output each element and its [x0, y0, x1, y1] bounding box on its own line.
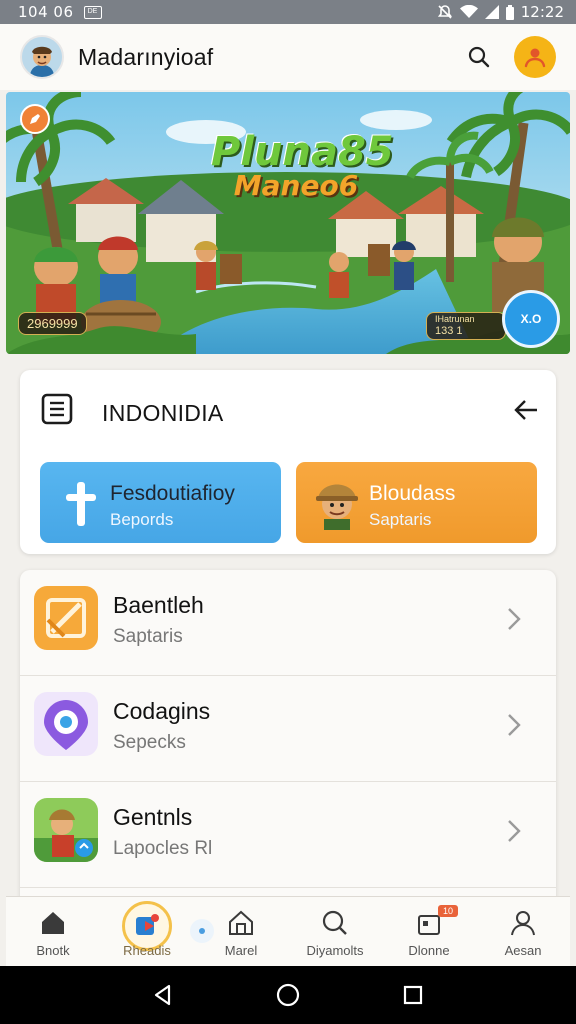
status-time-right: 12:22	[520, 3, 564, 21]
banner-badge-right: IHatrunan 133 1	[426, 312, 506, 340]
region-title: INDONIDIA	[102, 400, 224, 426]
edit-box-icon	[34, 586, 98, 650]
list-item[interactable]: Gentnls Lapocles Rl	[20, 782, 556, 888]
profile-button[interactable]	[514, 36, 556, 78]
document-icon	[41, 393, 73, 425]
circle-home-icon	[276, 983, 300, 1007]
person-icon	[511, 911, 535, 936]
nav-item-gift[interactable]: 10 Dlonne	[382, 897, 476, 966]
system-back-button[interactable]	[143, 975, 183, 1015]
nav-label: Marel	[224, 943, 258, 958]
status-box: DE	[83, 5, 102, 19]
chevron-right-icon	[508, 608, 521, 630]
system-home-button[interactable]	[268, 975, 308, 1015]
status-icons: 12:22	[437, 3, 564, 21]
list-item-subtitle: Saptaris	[113, 626, 183, 647]
nav-item-account[interactable]: Aesan	[476, 897, 570, 966]
avatar[interactable]	[20, 35, 64, 79]
nav-label: Rheadis	[123, 943, 171, 958]
banner-game-title: Pluna85 Maneo6	[211, 129, 394, 202]
banner-badge-right-line1: IHatrunan	[435, 314, 475, 324]
nav-label: Diyamolts	[306, 943, 364, 958]
list-item[interactable]: Codagins Sepecks	[20, 676, 556, 782]
tile-secondary-title: Bloudass	[369, 482, 456, 505]
notification-muted-icon	[437, 5, 452, 19]
banner-close-button[interactable]	[20, 104, 50, 134]
status-bar: 104 06 DE 12:22	[0, 0, 576, 24]
square-recents-icon	[404, 985, 423, 1005]
search-icon	[468, 46, 490, 68]
system-recents-button[interactable]	[393, 975, 433, 1015]
list-item[interactable]: Baentleh Saptaris	[20, 570, 556, 676]
house-outline-icon	[229, 910, 253, 935]
battery-icon	[505, 4, 514, 20]
triangle-back-icon	[154, 984, 170, 1006]
chevron-right-icon	[508, 714, 521, 736]
banner-title-line1: Pluna85	[211, 129, 394, 175]
banner-badge-right-line2: 133 1	[435, 324, 463, 337]
tile-primary-title: Fesdoutiafioy	[110, 482, 235, 505]
nav-label: Dlonne	[408, 943, 450, 958]
nav-item-play[interactable]: Rheadis	[100, 897, 194, 966]
back-button[interactable]	[508, 392, 544, 428]
list-item-subtitle: Lapocles Rl	[113, 838, 213, 859]
tile-secondary[interactable]: Bloudass Saptaris	[296, 462, 537, 543]
character-game-icon	[34, 798, 98, 862]
sign-post-icon	[66, 482, 96, 526]
nav-item-search[interactable]: Diyamolts	[288, 897, 382, 966]
list-item-title: Baentleh	[113, 592, 204, 618]
target-icon	[34, 692, 98, 756]
menu-list: Baentleh Saptaris Codagins Sepecks Gentn…	[20, 570, 556, 910]
tile-primary[interactable]: Fesdoutiafioy Bepords	[40, 462, 281, 543]
status-time-left: 104 06	[18, 3, 74, 21]
tile-secondary-subtitle: Saptaris	[369, 510, 432, 529]
explorer-character-icon	[316, 484, 358, 530]
bottom-nav: Bnotk Rheadis Marel Diyamolts 10 Dlonne …	[6, 896, 570, 966]
nav-item-home[interactable]: Bnotk	[6, 897, 100, 966]
arrow-left-icon	[514, 400, 537, 420]
app-header: Madarınyioaf	[0, 24, 576, 90]
system-nav-bar	[0, 966, 576, 1024]
list-item-title: Codagins	[113, 698, 211, 724]
list-item-subtitle: Sepecks	[113, 732, 186, 753]
wifi-icon	[459, 5, 478, 18]
nav-label: Aesan	[504, 943, 542, 958]
region-card: INDONIDIA Fesdoutiafioy Bepords Bloudass…	[20, 370, 556, 554]
play-icon	[136, 914, 159, 935]
app-title: Madarınyioaf	[78, 43, 214, 70]
list-item-title: Gentnls	[113, 804, 193, 830]
promo-banner[interactable]: Pluna85 Maneo6 2969999 IHatrunan 133 1 X…	[6, 92, 570, 354]
search-button[interactable]	[462, 40, 496, 74]
signal-icon	[484, 5, 499, 19]
banner-action-button[interactable]: X.O	[502, 290, 560, 348]
chevron-right-icon	[508, 820, 521, 842]
banner-badge-left: 2969999	[18, 312, 87, 335]
tile-primary-subtitle: Bepords	[110, 510, 174, 529]
nav-badge: 10	[438, 905, 458, 917]
nav-label: Bnotk	[36, 943, 70, 958]
banner-title-line2: Maneo6	[233, 169, 359, 202]
banner-action-label: X.O	[520, 312, 542, 326]
nav-indicator-dot	[190, 919, 214, 943]
search-icon	[322, 910, 347, 935]
profile-icon	[524, 48, 546, 68]
home-icon	[42, 912, 64, 934]
user-avatar-icon	[22, 37, 62, 77]
edit-icon	[30, 114, 40, 124]
